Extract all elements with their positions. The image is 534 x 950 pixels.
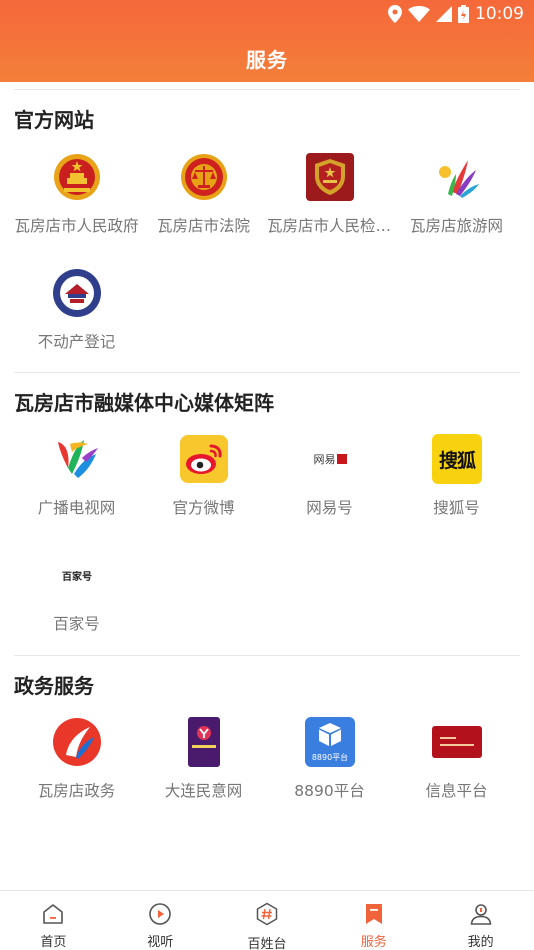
- bookmark-icon: [365, 904, 382, 924]
- nav-services[interactable]: 服务: [320, 891, 427, 950]
- tile-label: 百家号: [53, 615, 100, 633]
- procuratorate-emblem-icon: [306, 153, 354, 201]
- tile-official-weibo[interactable]: 官方微博: [137, 434, 270, 534]
- tile-label: 搜狐号: [433, 499, 480, 517]
- battery-icon: [458, 5, 469, 23]
- section-title-government-services: 政务服务: [14, 674, 94, 698]
- tile-label: 瓦房店旅游网: [409, 217, 503, 235]
- nav-label: 百姓台: [247, 937, 287, 950]
- nav-label: 视听: [147, 935, 174, 950]
- nav-home[interactable]: 首页: [0, 891, 107, 950]
- tile-label: 广播电视网: [37, 499, 116, 517]
- divider: [14, 372, 520, 373]
- nav-audio-video[interactable]: 视听: [107, 891, 214, 950]
- section-title-media-matrix: 瓦房店市融媒体中心媒体矩阵: [14, 391, 274, 415]
- nav-community[interactable]: 百姓台: [214, 891, 321, 950]
- government-affairs-icon: [53, 718, 101, 766]
- tile-sohu[interactable]: 搜狐 搜狐号: [390, 434, 523, 534]
- service-list[interactable]: 官方网站 瓦房店市人民政府 瓦房店市法院 瓦房店市人民检察 瓦房店旅游网 不动产…: [0, 82, 534, 890]
- national-emblem-icon: [54, 154, 100, 200]
- status-bar: 10:09: [388, 0, 534, 28]
- tourism-logo-icon: [439, 160, 479, 198]
- netease-logo-icon: 网易: [305, 434, 355, 484]
- cube-icon: [319, 723, 341, 746]
- 8890-logo-text: 8890平台: [311, 753, 349, 762]
- tile-label: 网易号: [306, 499, 353, 517]
- location-icon: [388, 5, 402, 23]
- info-platform-icon: [432, 726, 482, 758]
- tile-label: 不动产登记: [37, 333, 116, 351]
- user-icon: [470, 904, 491, 925]
- bottom-navigation: 首页 视听 百姓台 服务 我的: [0, 890, 534, 950]
- tile-wafangdian-procuratorate[interactable]: 瓦房店市人民检察院: [263, 152, 396, 252]
- tile-label: 瓦房店政务: [37, 782, 116, 800]
- hashtag-icon: [256, 902, 278, 926]
- tile-label: 瓦房店市人民检察院: [267, 217, 392, 235]
- broadcast-tv-logo-icon: [58, 440, 98, 478]
- tile-8890-platform[interactable]: 8890平台 8890平台: [263, 717, 396, 817]
- tile-label: 瓦房店市人民政府: [14, 217, 139, 235]
- tile-wafangdian-government[interactable]: 瓦房店市人民政府: [10, 152, 143, 252]
- tile-label: 官方微博: [172, 499, 235, 517]
- signal-icon: [436, 6, 452, 22]
- tile-wafangdian-court[interactable]: 瓦房店市法院: [137, 152, 270, 252]
- sohu-logo-text: 搜狐: [438, 449, 476, 472]
- tile-dalian-public-opinion[interactable]: 大连民意网: [137, 717, 270, 817]
- divider: [14, 655, 520, 656]
- tile-label: 大连民意网: [164, 782, 243, 800]
- divider: [14, 89, 520, 90]
- 8890-platform-icon: 8890平台: [305, 717, 355, 767]
- play-icon: [149, 903, 171, 925]
- page-title: 服务: [246, 48, 288, 72]
- netease-logo-text: 网易: [313, 453, 336, 466]
- section-title-official-sites: 官方网站: [14, 108, 94, 132]
- weibo-icon: [180, 435, 228, 483]
- tile-wafangdian-government-affairs[interactable]: 瓦房店政务: [10, 717, 143, 817]
- tile-label: 瓦房店市法院: [156, 217, 250, 235]
- tile-label: 8890平台: [294, 782, 365, 800]
- nav-label: 首页: [40, 935, 67, 950]
- status-time: 10:09: [475, 4, 524, 24]
- court-emblem-icon: [181, 154, 227, 200]
- nav-label: 我的: [467, 935, 494, 950]
- nav-profile[interactable]: 我的: [427, 891, 534, 950]
- real-estate-registration-icon: [53, 269, 101, 317]
- app-header: 10:09 服务: [0, 0, 534, 82]
- tile-netease[interactable]: 网易 网易号: [263, 434, 396, 534]
- tile-label: 信息平台: [425, 782, 488, 800]
- tile-broadcast-tv[interactable]: 广播电视网: [10, 434, 143, 534]
- tile-wafangdian-tourism[interactable]: 瓦房店旅游网: [390, 152, 523, 252]
- baijiahao-logo-text: 百家号: [62, 571, 92, 583]
- sohu-logo-icon: 搜狐: [432, 434, 482, 484]
- home-icon: [43, 904, 64, 924]
- tile-real-estate-registration[interactable]: 不动产登记: [10, 268, 143, 368]
- nav-label: 服务: [360, 935, 387, 950]
- tile-baijiahao[interactable]: 百家号 百家号: [10, 550, 143, 650]
- baijiahao-logo-icon: 百家号: [52, 550, 102, 600]
- wifi-icon: [408, 6, 430, 22]
- tile-info-platform[interactable]: 信息平台: [390, 717, 523, 817]
- netease-badge: [336, 454, 347, 464]
- dalian-public-opinion-icon: [188, 717, 220, 767]
